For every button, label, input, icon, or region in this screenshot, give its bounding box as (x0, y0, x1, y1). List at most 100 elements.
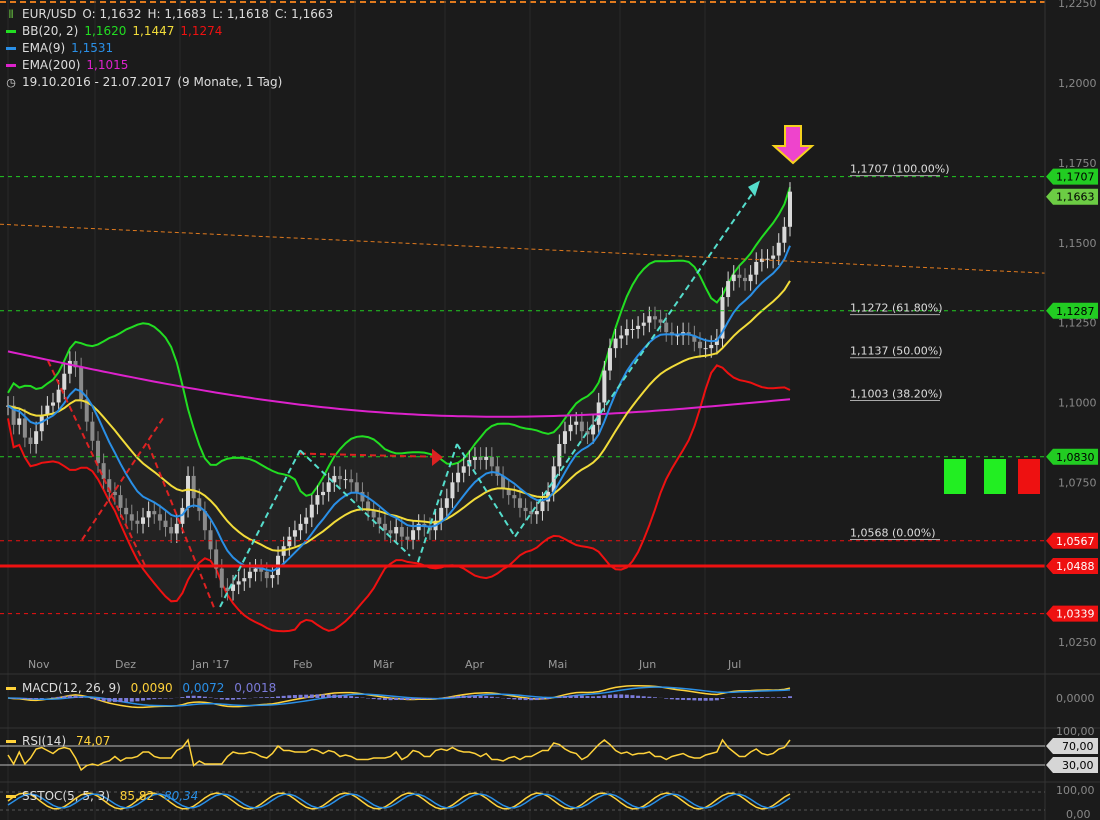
candle-body (540, 501, 545, 512)
price-chart[interactable]: 1,1707 (100.00%) 1,1272 (61.80%) 1,1137 (5… (0, 0, 1100, 820)
macd-histogram-bar (467, 695, 472, 698)
candle-body (776, 242, 781, 256)
macd-histogram-bar (67, 695, 72, 698)
macd-histogram-bar (562, 695, 567, 698)
macd-histogram-bar (489, 696, 494, 698)
macd-histogram-bar (675, 698, 680, 700)
macd-title: MACD(12, 26, 9) (22, 681, 121, 695)
candle-body (186, 475, 191, 508)
macd-histogram-bar (101, 698, 106, 702)
legend-bb-mid: 1,1620 (84, 24, 127, 38)
candle-body (461, 466, 466, 473)
macd-histogram-bar (287, 695, 292, 698)
candle-body (51, 402, 56, 406)
x-tick-label: Mai (548, 658, 567, 671)
candle-body (624, 329, 629, 336)
macd-histogram-bar (427, 698, 432, 699)
candle-body (208, 530, 213, 550)
candle-body (782, 226, 787, 243)
rsi-title: RSI(14) (22, 734, 67, 748)
candle-body (236, 581, 241, 585)
bb-swatch (6, 30, 16, 33)
macd-histogram-bar (264, 697, 269, 698)
macd-histogram-bar (231, 698, 236, 700)
legend-open: O: 1,1632 (82, 7, 142, 21)
macd-histogram-bar (652, 697, 657, 698)
candle-body (377, 517, 382, 524)
macd-histogram-bar (720, 698, 725, 700)
macd-histogram-bar (309, 694, 314, 698)
candle-body (709, 344, 714, 349)
macd-histogram-bar (382, 698, 387, 700)
x-tick-label: Mär (373, 658, 394, 671)
macd-histogram-bar (17, 698, 22, 699)
price-tag-text: 1,0567 (1056, 535, 1095, 548)
candle-body (726, 281, 731, 298)
candle-body (517, 498, 522, 508)
macd-histogram-bar (281, 695, 286, 698)
signal-square-2 (984, 459, 1006, 494)
candle-body (219, 568, 224, 588)
macd-signal-value: 0,0072 (182, 681, 225, 695)
macd-histogram-bar (782, 697, 787, 698)
sstoc-d-value: 80,34 (163, 789, 199, 803)
macd-histogram-bar (624, 694, 629, 698)
candle-body (405, 536, 410, 540)
macd-histogram-bar (292, 695, 297, 698)
candle-body (264, 571, 269, 579)
macd-histogram-bar (450, 696, 455, 698)
candle-body (788, 191, 792, 227)
macd-histogram-bar (771, 697, 776, 698)
legend-range-period: (9 Monate, 1 Tag) (177, 75, 283, 89)
candle-body (456, 472, 461, 483)
macd-histogram-bar (540, 698, 545, 700)
macd-histogram-bar (776, 697, 781, 698)
candle-body (647, 316, 652, 323)
macd-histogram-bar (411, 698, 416, 700)
price-tag: 1,1663 (1046, 188, 1098, 205)
sstoc-k-value: 85,82 (119, 789, 155, 803)
macd-histogram-bar (214, 698, 219, 699)
macd-histogram-bar (737, 696, 742, 698)
macd-histogram-bar (56, 696, 61, 698)
legend-ema200-label: EMA(200) (22, 58, 81, 72)
candle-body (349, 479, 354, 483)
price-tag: 1,1707 (1046, 168, 1098, 185)
x-tick-label: Apr (465, 658, 485, 671)
fib-label: 1,1003 (38.20%) (850, 388, 943, 401)
macd-histogram-bar (512, 698, 517, 700)
candle-body (287, 536, 292, 547)
price-tag: 1,1287 (1046, 302, 1098, 319)
y-tick-label: 1,2250 (1058, 0, 1097, 10)
macd-histogram-bar (332, 694, 337, 698)
candle-body (96, 440, 101, 464)
macd-histogram-bar (79, 696, 84, 698)
candle-body (141, 517, 146, 524)
candle-body (641, 322, 646, 326)
macd-hist-value: 0,0018 (234, 681, 277, 695)
candle-body (371, 511, 376, 518)
resistance-trendline (0, 223, 1046, 274)
y-tick-label: 1,2000 (1058, 77, 1097, 90)
candle-body (484, 456, 489, 460)
macd-histogram-bar (22, 698, 27, 700)
macd-histogram-bar (523, 698, 528, 701)
candle-body (742, 277, 747, 282)
candle-body (28, 437, 33, 444)
macd-histogram-bar (180, 697, 185, 698)
candle-body (439, 507, 444, 521)
macd-histogram-bar (703, 698, 708, 701)
candle-body (197, 498, 202, 512)
macd-histogram-bar (681, 698, 686, 700)
candle-body (90, 421, 95, 441)
ema200-swatch (6, 64, 16, 67)
candle-body (343, 479, 348, 481)
macd-histogram-bar (619, 694, 624, 698)
macd-histogram-bar (197, 696, 202, 698)
macd-histogram-bar (276, 696, 281, 698)
candle-body (450, 482, 455, 499)
macd-histogram-bar (602, 695, 607, 698)
candle-body (247, 571, 252, 579)
macd-histogram-bar (557, 696, 562, 698)
macd-histogram-bar (529, 698, 534, 701)
